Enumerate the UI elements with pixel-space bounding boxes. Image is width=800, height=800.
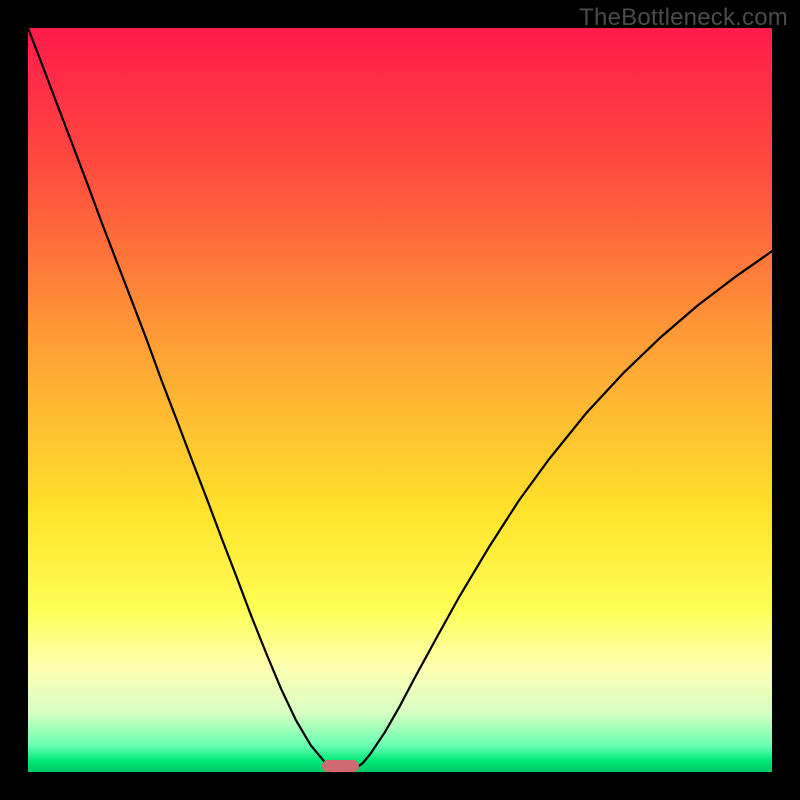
optimal-range-marker	[322, 760, 359, 772]
bottleneck-curve	[28, 28, 772, 772]
plot-area	[28, 28, 772, 772]
chart-frame: TheBottleneck.com	[0, 0, 800, 800]
watermark-text: TheBottleneck.com	[579, 4, 788, 32]
